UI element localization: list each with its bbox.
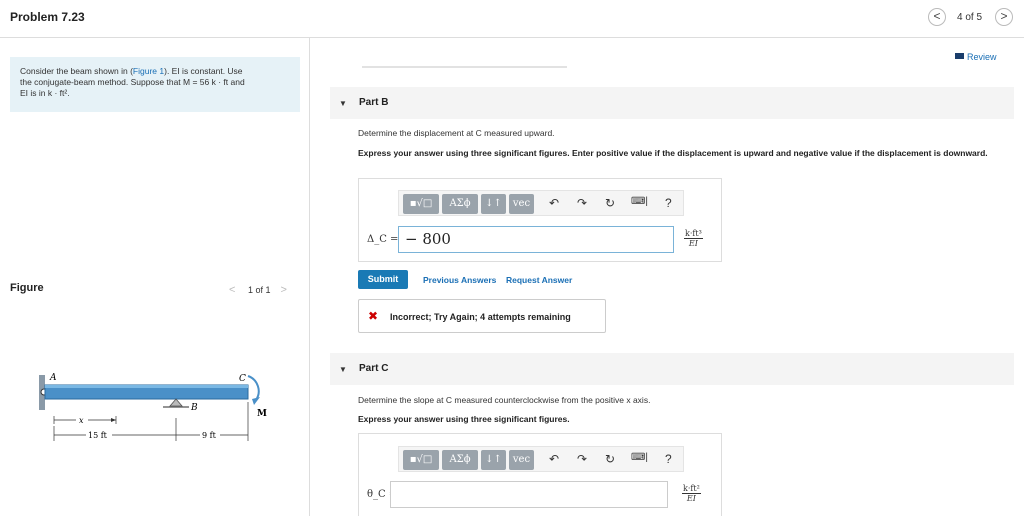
left-panel: Consider the beam shown in (Figure 1). E… (0, 38, 310, 516)
part-c-toolbar: ▪√□ ΑΣϕ ↓↑ vec ↶ ↷ ↻ ⌨| ? (398, 446, 684, 472)
problem-text-3: the conjugate-beam method. Suppose that … (20, 77, 245, 87)
keyboard-icon[interactable]: ⌨| (631, 196, 648, 207)
delta-c-input[interactable]: − 800 (398, 226, 674, 253)
request-answer-link[interactable]: Request Answer (506, 275, 572, 285)
problem-statement: Consider the beam shown in (Figure 1). E… (10, 57, 300, 112)
collapse-icon: ▼ (339, 99, 347, 108)
reset-icon[interactable]: ↻ (605, 196, 615, 210)
part-b-units-den: EI (688, 239, 698, 248)
part-c-header[interactable]: ▼ Part C (330, 353, 1014, 385)
templates-button[interactable]: ▪√□ (403, 194, 439, 214)
next-problem-button[interactable]: > (995, 8, 1013, 26)
undo-icon[interactable]: ↶ (549, 452, 559, 466)
problem-text-4: EI is in k · ft². (20, 88, 70, 98)
theta-c-input[interactable] (390, 481, 668, 508)
part-b-instructions: Express your answer using three signific… (358, 148, 988, 158)
figure-link[interactable]: Figure 1 (133, 66, 164, 76)
vec-button[interactable]: vec (509, 450, 534, 470)
part-c-instructions: Express your answer using three signific… (358, 414, 570, 424)
review-icon (955, 53, 964, 59)
problem-pager: 4 of 5 (957, 12, 983, 23)
keyboard-icon[interactable]: ⌨| (631, 452, 648, 463)
dimension-9ft: 9 ft (202, 431, 217, 440)
templates-button[interactable]: ▪√□ (403, 450, 439, 470)
part-c-units-num: k·ft² (682, 484, 701, 494)
figure-heading: Figure (10, 282, 44, 294)
dimension-15ft: 15 ft (88, 431, 108, 440)
roller-support (169, 398, 183, 407)
review-label: Review (967, 52, 997, 62)
part-c-units: k·ft² EI (682, 484, 701, 503)
submit-button[interactable]: Submit (358, 270, 408, 289)
reset-icon[interactable]: ↻ (605, 452, 615, 466)
redo-icon[interactable]: ↷ (577, 196, 587, 210)
greek-button[interactable]: ΑΣϕ (442, 194, 478, 214)
part-c-prompt: Determine the slope at C measured counte… (358, 395, 651, 405)
help-icon[interactable]: ? (665, 196, 672, 210)
figure-prev-button[interactable]: < (229, 284, 235, 296)
moment-arrow (247, 375, 260, 401)
feedback-message: Incorrect; Try Again; 4 attempts remaini… (390, 312, 571, 322)
part-b-prompt: Determine the displacement at C measured… (358, 128, 555, 138)
previous-answers-link[interactable]: Previous Answers (423, 275, 496, 285)
part-b-units-num: k·ft³ (684, 229, 703, 239)
arrows-button[interactable]: ↓↑ (481, 194, 506, 214)
label-a: A (49, 373, 57, 383)
previous-problem-button[interactable]: < (928, 8, 946, 26)
help-icon[interactable]: ? (665, 452, 672, 466)
greek-button[interactable]: ΑΣϕ (442, 450, 478, 470)
feedback-box: ✖ Incorrect; Try Again; 4 attempts remai… (358, 299, 606, 333)
label-c: C (239, 374, 246, 384)
incorrect-icon: ✖ (368, 309, 379, 323)
review-link[interactable]: Review (955, 52, 997, 62)
label-b: B (190, 403, 198, 413)
vec-button[interactable]: vec (509, 194, 534, 214)
delta-c-label: Δ_C = (367, 234, 399, 245)
figure-pager: < 1 of 1 > (229, 284, 287, 296)
collapse-icon: ▼ (339, 365, 347, 374)
figure-next-button[interactable]: > (281, 284, 287, 296)
top-bar: Problem 7.23 < 4 of 5 > (0, 0, 1024, 38)
problem-text-2: ). EI is constant. Use (164, 66, 243, 76)
label-x: x (79, 416, 84, 425)
part-b-units: k·ft³ EI (684, 229, 703, 248)
arrows-button[interactable]: ↓↑ (481, 450, 506, 470)
page-title: Problem 7.23 (10, 10, 85, 24)
beam-diagram: A C B M x 15 ft 9 ft (39, 373, 267, 441)
part-b-toolbar: ▪√□ ΑΣϕ ↓↑ vec ↶ ↷ ↻ ⌨| ? (398, 190, 684, 216)
figure-page-count: 1 of 1 (247, 285, 271, 295)
redo-icon[interactable]: ↷ (577, 452, 587, 466)
part-c-label: Part C (359, 363, 389, 374)
part-c-units-den: EI (686, 494, 696, 503)
problem-text-1: Consider the beam shown in ( (20, 66, 133, 76)
divider (362, 66, 567, 68)
part-b-header[interactable]: ▼ Part B (330, 87, 1014, 119)
part-b-label: Part B (359, 97, 389, 108)
label-m: M (257, 409, 267, 419)
undo-icon[interactable]: ↶ (549, 196, 559, 210)
